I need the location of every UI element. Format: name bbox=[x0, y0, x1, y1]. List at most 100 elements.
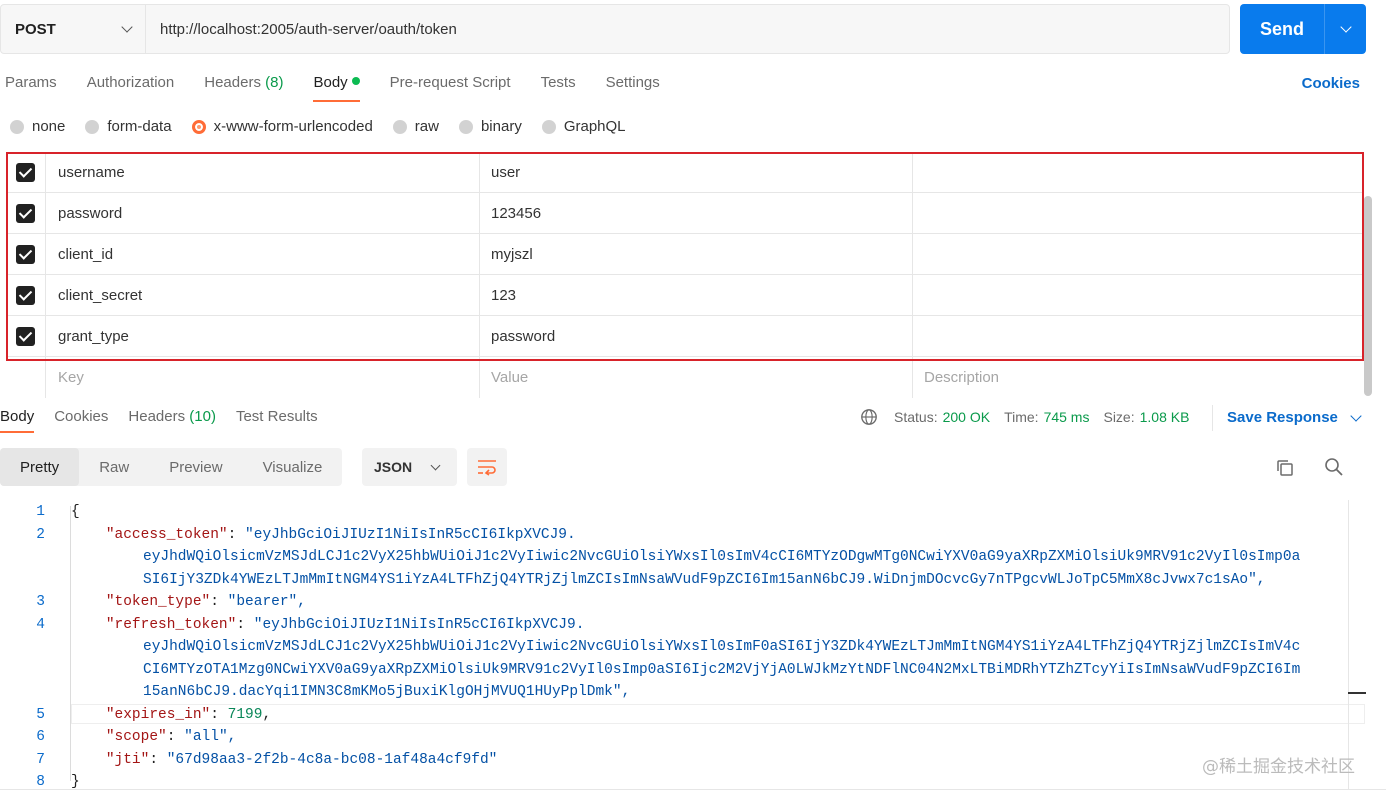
request-tabs: Params Authorization Headers (8) Body Pre-re… bbox=[0, 68, 1366, 102]
scrollbar-marker bbox=[1348, 692, 1366, 694]
view-mode-pretty[interactable]: Pretty bbox=[0, 448, 80, 486]
param-key[interactable]: password bbox=[46, 193, 480, 233]
param-key[interactable]: grant_type bbox=[46, 316, 480, 356]
view-mode-preview[interactable]: Preview bbox=[149, 448, 242, 486]
tab-headers[interactable]: Headers (8) bbox=[204, 68, 283, 102]
checkbox-checked-icon[interactable] bbox=[16, 285, 35, 305]
checkbox-checked-icon[interactable] bbox=[16, 203, 35, 223]
checkbox-checked-icon[interactable] bbox=[16, 162, 35, 182]
value-placeholder-input[interactable]: Value bbox=[480, 357, 913, 398]
response-status: Status: 200 OK Time: 745 ms Size: 1.08 K… bbox=[860, 408, 1203, 426]
response-tab-test-results[interactable]: Test Results bbox=[236, 408, 318, 433]
cookies-link[interactable]: Cookies bbox=[1302, 75, 1360, 92]
radio-binary[interactable]: binary bbox=[458, 118, 522, 135]
url-input[interactable]: http://localhost:2005/auth-server/oauth/… bbox=[146, 5, 1229, 53]
radio-button-icon[interactable] bbox=[458, 119, 473, 134]
param-value[interactable]: password bbox=[480, 316, 913, 356]
response-tab-body[interactable]: Body bbox=[0, 408, 35, 433]
code-line-continuation: SI6IjY3ZDk4YWEzLTJmMmItNGM4YS1iYzA4LTFhZ… bbox=[143, 571, 1266, 588]
param-checkbox-cell[interactable] bbox=[6, 193, 46, 233]
json-value: "bearer", bbox=[227, 594, 306, 610]
param-value[interactable]: user bbox=[480, 152, 913, 192]
time-value: 745 ms bbox=[1043, 409, 1090, 425]
code-line: "access_token": "eyJhbGciOiJIUzI1NiIsInR… bbox=[105, 526, 576, 543]
param-checkbox-cell[interactable] bbox=[6, 234, 46, 274]
radio-button-icon[interactable] bbox=[541, 119, 556, 134]
param-value[interactable]: myjszl bbox=[480, 234, 913, 274]
key-placeholder-input[interactable]: Key bbox=[46, 357, 480, 398]
description-placeholder-input[interactable]: Description bbox=[913, 357, 1364, 398]
send-button[interactable]: Send bbox=[1240, 4, 1366, 54]
param-checkbox-cell[interactable] bbox=[6, 152, 46, 192]
param-checkbox-cell[interactable] bbox=[6, 316, 46, 356]
param-description[interactable] bbox=[913, 193, 1364, 233]
radio-label: x-www-form-urlencoded bbox=[213, 118, 373, 135]
chevron-down-icon bbox=[1339, 21, 1352, 33]
tab-label: Pre-request Script bbox=[389, 74, 511, 91]
view-mode-visualize[interactable]: Visualize bbox=[243, 448, 343, 486]
param-key[interactable]: client_id bbox=[46, 234, 480, 274]
chevron-down-icon bbox=[430, 460, 441, 470]
search-icon[interactable] bbox=[1324, 457, 1344, 477]
radio-label: raw bbox=[414, 118, 439, 135]
send-options-dropdown[interactable] bbox=[1324, 4, 1366, 54]
tab-label: Headers bbox=[204, 74, 261, 91]
radio-raw[interactable]: raw bbox=[392, 118, 439, 135]
param-value[interactable]: 123 bbox=[480, 275, 913, 315]
status-dot-icon bbox=[351, 77, 360, 85]
view-mode-raw[interactable]: Raw bbox=[79, 448, 149, 486]
tab-params[interactable]: Params bbox=[5, 68, 57, 102]
tab-count-badge: (8) bbox=[265, 74, 284, 91]
tab-pre-request-script[interactable]: Pre-request Script bbox=[390, 68, 511, 102]
code-line: "expires_in": 7199, bbox=[105, 706, 272, 723]
wrap-lines-button[interactable] bbox=[467, 448, 507, 486]
editor-scrollbar[interactable] bbox=[1348, 500, 1349, 790]
json-value: "all", bbox=[184, 729, 237, 745]
line-number: 4 bbox=[36, 616, 45, 633]
param-description[interactable] bbox=[913, 316, 1364, 356]
response-body-editor[interactable]: 1 {2 "access_token": "eyJhbGciOiJIUzI1NiI… bbox=[0, 500, 1366, 790]
param-row-empty: Key Value Description bbox=[6, 357, 1364, 398]
param-description[interactable] bbox=[913, 234, 1364, 274]
param-value[interactable]: 123456 bbox=[480, 193, 913, 233]
param-key[interactable]: client_secret bbox=[46, 275, 480, 315]
tab-settings[interactable]: Settings bbox=[606, 68, 660, 102]
tab-authorization[interactable]: Authorization bbox=[87, 68, 175, 102]
param-row: username user bbox=[6, 152, 1364, 193]
tab-tests[interactable]: Tests bbox=[541, 68, 576, 102]
line-number: 1 bbox=[36, 504, 45, 520]
code-line-continuation: CI6MTYzOTA1Mzg0NCwiYXV0aG9yaXRpZXMiOlsiU… bbox=[143, 661, 1301, 678]
param-checkbox-cell[interactable] bbox=[6, 275, 46, 315]
radio-none[interactable]: none bbox=[10, 118, 65, 135]
scrollbar[interactable] bbox=[1364, 196, 1372, 396]
tab-body[interactable]: Body bbox=[313, 68, 360, 102]
radio-button-icon[interactable] bbox=[392, 119, 407, 134]
wrap-lines-icon bbox=[478, 460, 496, 476]
param-row: password 123456 bbox=[6, 193, 1364, 234]
radio-button-icon[interactable] bbox=[85, 119, 100, 134]
radio-button-icon[interactable] bbox=[10, 119, 24, 134]
radio-form-data[interactable]: form-data bbox=[85, 118, 172, 135]
format-select[interactable]: JSON bbox=[362, 448, 457, 486]
radio-graphql[interactable]: GraphQL bbox=[541, 118, 626, 135]
response-tabs: Body Cookies Headers (10) Test Results bbox=[0, 408, 338, 433]
param-description[interactable] bbox=[913, 152, 1364, 192]
radio-button-icon[interactable] bbox=[191, 119, 206, 134]
save-response-button[interactable]: Save Response bbox=[1227, 409, 1362, 426]
param-description[interactable] bbox=[913, 275, 1364, 315]
tab-label: Cookies bbox=[54, 408, 109, 425]
checkbox-checked-icon[interactable] bbox=[16, 326, 35, 346]
tab-label: Settings bbox=[605, 74, 660, 91]
method-select[interactable]: POST bbox=[1, 5, 146, 53]
radio-label: form-data bbox=[107, 118, 172, 135]
response-tab-headers[interactable]: Headers (10) bbox=[128, 408, 216, 433]
checkbox-checked-icon[interactable] bbox=[16, 244, 35, 264]
response-tab-cookies[interactable]: Cookies bbox=[54, 408, 108, 433]
chevron-down-icon bbox=[1350, 409, 1362, 422]
code-line: } bbox=[71, 771, 80, 790]
globe-icon[interactable] bbox=[860, 408, 878, 426]
copy-icon[interactable] bbox=[1275, 458, 1295, 478]
radio-x-www-form-urlencoded[interactable]: x-www-form-urlencoded bbox=[191, 118, 373, 135]
tab-label: Tests bbox=[540, 74, 576, 91]
param-key[interactable]: username bbox=[46, 152, 480, 192]
